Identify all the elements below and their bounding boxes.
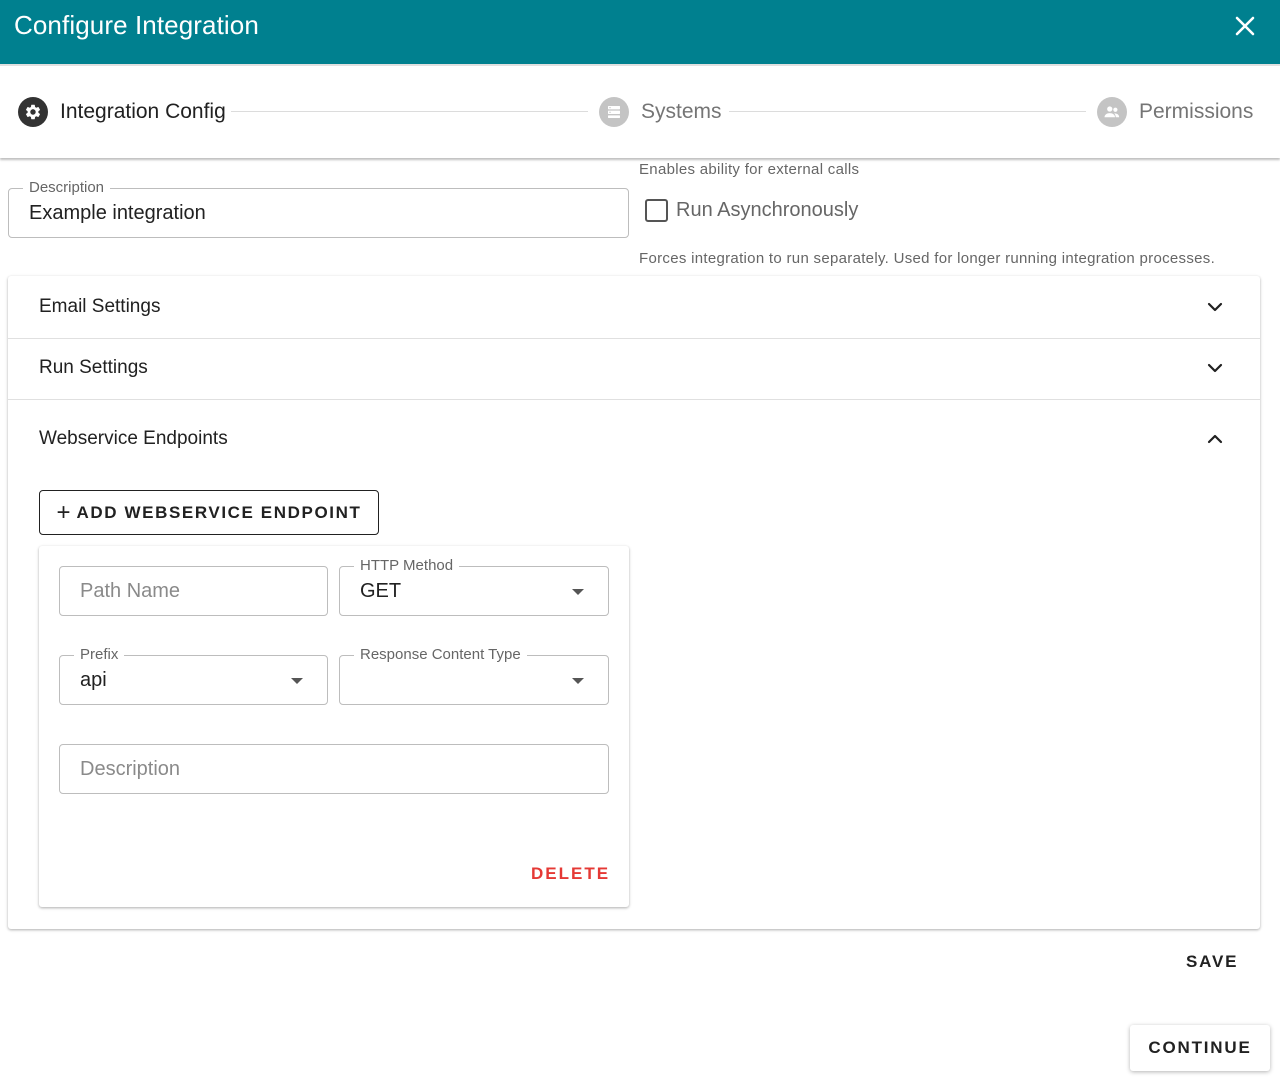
response-content-type-label: Response Content Type [354,646,527,664]
run-async-label: Run Asynchronously [676,199,859,221]
step-permissions[interactable]: Permissions [1097,96,1253,128]
http-method-select[interactable]: HTTP Method GET [339,557,609,616]
plus-icon: + [56,498,71,526]
step-label: Integration Config [60,100,226,123]
endpoint-card: HTTP Method GET Prefix api Response Cont… [39,546,629,907]
step-integration-config[interactable]: Integration Config [18,96,226,128]
continue-button[interactable]: CONTINUE [1130,1025,1270,1071]
chevron-up-icon [1207,434,1223,444]
add-webservice-endpoint-button[interactable]: + ADD WEBSERVICE ENDPOINT [39,490,379,535]
dropdown-arrow-icon [572,678,584,684]
delete-endpoint-button[interactable]: DELETE [531,864,610,884]
step-connector [729,111,1086,112]
gear-icon [18,97,48,127]
accordion-email-settings[interactable]: Email Settings [8,276,1260,338]
settings-accordion: Email Settings Run Settings Webservice E… [8,276,1260,929]
accordion-webservice-endpoints[interactable]: Webservice Endpoints [8,400,1260,480]
http-method-value: GET [360,580,402,602]
checkbox-box[interactable] [645,199,668,222]
step-label: Systems [641,100,722,123]
dialog-title: Configure Integration [14,10,259,40]
accordion-run-settings[interactable]: Run Settings [8,339,1260,399]
prefix-value: api [80,669,107,691]
prefix-select[interactable]: Prefix api [59,646,328,705]
section-title: Webservice Endpoints [39,428,228,449]
dropdown-arrow-icon [572,589,584,595]
add-endpoint-label: ADD WEBSERVICE ENDPOINT [76,502,362,522]
people-icon [1097,97,1127,127]
run-async-checkbox[interactable]: Run Asynchronously [645,199,858,222]
chevron-down-icon [1207,302,1223,312]
response-content-type-select[interactable]: Response Content Type [339,646,609,705]
http-method-label: HTTP Method [354,557,460,575]
step-connector [231,111,588,112]
dialog-header: Configure Integration [0,0,1280,66]
endpoint-description-input[interactable] [59,744,609,794]
section-title: Email Settings [39,296,161,317]
close-icon [1235,16,1255,36]
path-name-input[interactable] [59,566,328,616]
step-label: Permissions [1139,100,1254,123]
chevron-down-icon [1207,363,1223,373]
description-field[interactable]: Description Example integration [8,179,629,238]
description-label: Description [23,179,111,197]
section-title: Run Settings [39,357,148,378]
description-value: Example integration [29,202,206,224]
run-async-helper: Forces integration to run separately. Us… [639,250,1216,267]
step-systems[interactable]: Systems [599,96,722,128]
external-calls-helper: Enables ability for external calls [639,161,860,178]
endpoint-description-field[interactable] [60,745,608,793]
save-button[interactable]: SAVE [1176,950,1248,974]
prefix-label: Prefix [74,646,125,664]
dropdown-arrow-icon [291,678,303,684]
close-button[interactable] [1228,9,1262,43]
stepper: Integration Config Systems Permissions [0,68,1280,158]
path-name-field[interactable] [60,567,327,615]
server-icon [599,97,629,127]
